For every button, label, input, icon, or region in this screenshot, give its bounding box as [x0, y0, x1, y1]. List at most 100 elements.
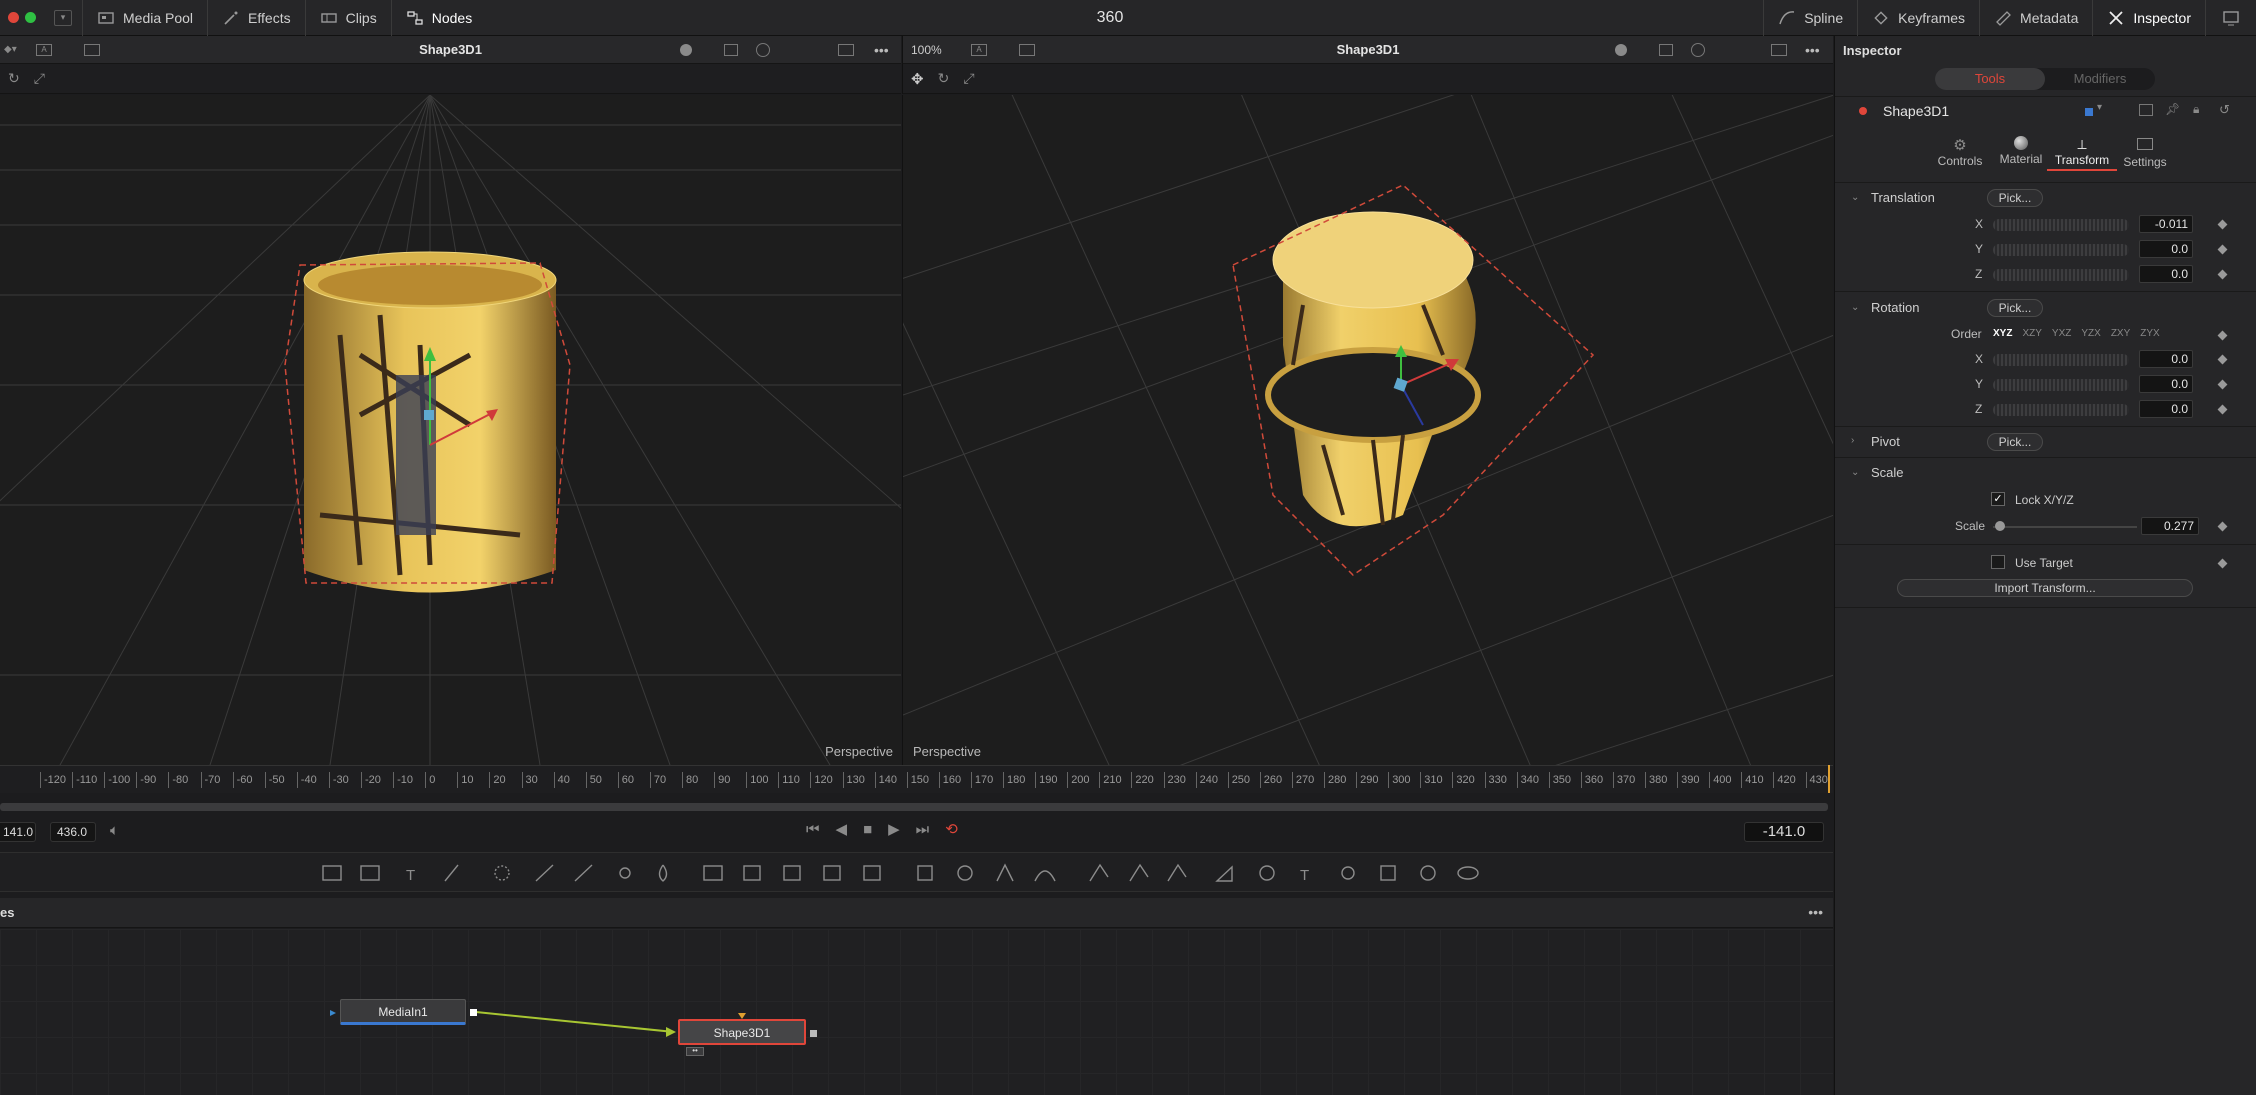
pin-icon[interactable]: 📌︎ — [2165, 102, 2180, 116]
more-options-icon[interactable]: ••• — [1808, 904, 1823, 920]
render-start-field[interactable]: 141.0 — [0, 822, 36, 842]
rotation-x-field[interactable]: 0.0 — [2139, 350, 2193, 368]
translation-z-field[interactable]: 0.0 — [2139, 265, 2193, 283]
keyframe-icon[interactable] — [2217, 521, 2228, 532]
order-xyz[interactable]: XYZ — [1993, 328, 2012, 339]
mask-tool-icon[interactable] — [783, 865, 801, 881]
light-3d-icon[interactable] — [1420, 865, 1436, 881]
viewer-lut-icon[interactable]: A — [36, 43, 52, 56]
renderer-3d-icon[interactable] — [1457, 866, 1479, 880]
order-zxy[interactable]: ZXY — [2111, 328, 2130, 339]
channel-icon[interactable] — [1691, 42, 1705, 57]
camera-tracker-icon[interactable] — [1167, 863, 1187, 882]
scale-slider-knob[interactable] — [1995, 521, 2005, 531]
loop-icon[interactable]: ⟲ — [945, 820, 958, 838]
tab-tools[interactable]: Tools — [1935, 68, 2045, 90]
drop-tool-icon[interactable] — [658, 864, 668, 882]
translation-pick-button[interactable]: Pick... — [1987, 189, 2043, 207]
current-time-field[interactable]: -141.0 — [1744, 822, 1824, 842]
viewer-roi-icon[interactable] — [84, 43, 100, 56]
spline-button[interactable]: Spline — [1763, 0, 1857, 36]
expand-icon[interactable]: ⤢ — [34, 70, 45, 87]
media-pool-button[interactable]: Media Pool — [83, 0, 209, 36]
play-icon[interactable]: ▶ — [888, 820, 900, 838]
brightness-tool-icon[interactable] — [619, 867, 631, 879]
rectangle-mask-icon[interactable] — [917, 865, 933, 881]
shape3d-output-port[interactable] — [810, 1030, 817, 1037]
order-yzx[interactable]: YZX — [2081, 328, 2100, 339]
left-viewport[interactable]: Perspective — [0, 95, 901, 765]
window-close-icon[interactable] — [8, 12, 19, 23]
rotation-pick-button[interactable]: Pick... — [1987, 299, 2043, 317]
scale-field[interactable]: 0.277 — [2141, 517, 2199, 535]
move-icon[interactable]: ✥ — [911, 70, 924, 88]
subtab-transform[interactable]: ⟂ Transform — [2047, 136, 2117, 171]
tab-modifiers[interactable]: Modifiers — [2045, 68, 2155, 90]
camera-3d-icon[interactable] — [1341, 866, 1355, 880]
frame-icon[interactable] — [1771, 43, 1787, 56]
viewer-lut-icon[interactable]: A — [971, 43, 987, 56]
right-viewport[interactable]: Perspective — [902, 95, 1833, 765]
tracker-icon[interactable] — [1089, 863, 1109, 882]
text-tool-icon[interactable]: T — [406, 867, 415, 884]
polygon-mask-icon[interactable] — [996, 863, 1014, 882]
node-editor-canvas[interactable]: MediaIn1 Shape3D1 •• — [0, 929, 1833, 1095]
paint-tool-icon[interactable] — [444, 864, 459, 882]
scale-slider[interactable] — [1993, 526, 2137, 528]
channel-icon[interactable] — [756, 42, 770, 57]
go-to-end-icon[interactable]: ⏭︎ — [916, 820, 930, 838]
playhead-marker[interactable] — [1828, 765, 1830, 793]
translation-y-field[interactable]: 0.0 — [2139, 240, 2193, 258]
chevron-down-icon[interactable]: ⌄ — [1851, 192, 1859, 203]
rotate-icon[interactable]: ↻ — [8, 70, 20, 87]
rotation-y-field[interactable]: 0.0 — [2139, 375, 2193, 393]
nodes-button[interactable]: Nodes — [392, 0, 486, 36]
transform-tool-icon[interactable] — [823, 865, 841, 881]
viewer-option-icon[interactable]: ◆▾ — [4, 44, 17, 55]
bspline-mask-icon[interactable] — [1034, 870, 1056, 882]
rotation-x-slider[interactable] — [1993, 354, 2129, 366]
planar-tracker-icon[interactable] — [1129, 863, 1149, 882]
chevron-down-icon[interactable]: ▾ — [2097, 102, 2102, 113]
image-tool-icon[interactable] — [360, 865, 380, 881]
use-target-checkbox[interactable] — [1991, 555, 2005, 569]
subtab-settings[interactable]: Settings — [2115, 136, 2175, 169]
order-xzy[interactable]: XZY — [2022, 328, 2041, 339]
node-enable-dot[interactable] — [1859, 107, 1867, 115]
ellipse-mask-icon[interactable] — [957, 865, 973, 881]
translation-y-slider[interactable] — [1993, 244, 2129, 256]
node-color-swatch[interactable] — [2085, 108, 2093, 116]
chevron-down-icon[interactable]: ⌄ — [1851, 467, 1859, 478]
translation-z-slider[interactable] — [1993, 269, 2129, 281]
metadata-button[interactable]: Metadata — [1979, 0, 2092, 36]
render-end-field[interactable]: 436.0 — [50, 822, 96, 842]
rotate-icon[interactable]: ↻ — [938, 70, 950, 87]
matte-tool-icon[interactable] — [743, 865, 761, 881]
resize-tool-icon[interactable] — [863, 865, 881, 881]
frame-icon[interactable] — [838, 43, 854, 56]
lock-xyz-checkbox[interactable]: ✓ — [1991, 492, 2005, 506]
shape3d-mask-port[interactable]: •• — [686, 1047, 704, 1056]
fullscreen-button[interactable] — [2205, 0, 2256, 36]
reset-icon[interactable]: ↺ — [2219, 102, 2230, 118]
keyframe-icon[interactable] — [2217, 269, 2228, 280]
background-tool-icon[interactable] — [322, 865, 342, 881]
shape-3d-icon[interactable] — [1259, 865, 1275, 881]
zoom-level[interactable]: 100% — [911, 43, 942, 57]
blur-tool-icon[interactable] — [535, 864, 554, 882]
text-3d-icon[interactable]: T — [1300, 867, 1309, 884]
timeline-ruler[interactable]: -120 -110 -100 -90 -80 -70 -60 -50 -40 -30 -20 -10 0… — [0, 765, 1833, 793]
color-corrector-icon[interactable] — [574, 864, 593, 882]
merge-3d-icon[interactable] — [1380, 865, 1396, 881]
effects-button[interactable]: Effects — [208, 0, 306, 36]
record-dot-icon[interactable] — [680, 43, 692, 56]
pivot-pick-button[interactable]: Pick... — [1987, 433, 2043, 451]
rotation-z-field[interactable]: 0.0 — [2139, 400, 2193, 418]
speaker-icon[interactable]: 🔈︎ — [110, 822, 119, 839]
inspector-button[interactable]: Inspector — [2092, 0, 2205, 36]
keyframe-icon[interactable] — [2217, 330, 2228, 341]
stop-icon[interactable]: ■ — [863, 820, 872, 838]
expand-icon[interactable]: ⤢ — [963, 70, 974, 87]
shape3d-node[interactable]: Shape3D1 — [678, 1019, 806, 1045]
keyframes-button[interactable]: Keyframes — [1857, 0, 1979, 36]
